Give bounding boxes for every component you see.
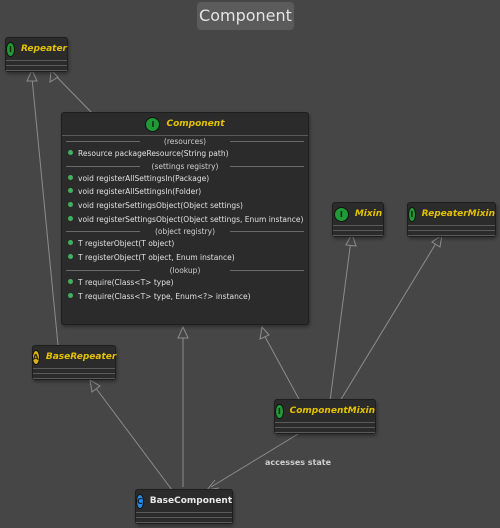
class-base-component[interactable]: C BaseComponent <box>135 489 233 524</box>
public-method-icon <box>68 188 73 194</box>
class-name: BaseRepeater <box>45 352 117 362</box>
interface-badge-icon: I <box>408 206 416 222</box>
method-row: void registerAllSettingsIn(Folder) <box>62 185 308 199</box>
class-name: RepeaterMixin <box>421 209 495 219</box>
method-row: T registerObject(T object, Enum instance… <box>62 251 308 265</box>
section-header: (settings registry) <box>62 161 308 172</box>
class-mixin[interactable]: I Mixin <box>332 202 384 237</box>
method-row: void registerSettingsObject(Object setti… <box>62 199 308 213</box>
class-component[interactable]: I Component (resources) Resource package… <box>61 112 309 325</box>
public-method-icon <box>68 240 73 246</box>
public-method-icon <box>68 215 73 221</box>
class-base-repeater[interactable]: A BaseRepeater <box>31 345 117 380</box>
public-method-icon <box>68 150 73 155</box>
abstract-badge-icon: A <box>31 349 40 365</box>
interface-badge-icon: I <box>275 403 284 419</box>
public-method-icon <box>68 174 73 180</box>
public-method-icon <box>68 202 73 208</box>
class-name: BaseComponent <box>149 496 233 506</box>
method-row: void registerAllSettingsIn(Package) <box>62 172 308 186</box>
section-header: (object registry) <box>62 226 308 237</box>
interface-badge-icon: I <box>145 116 161 132</box>
method-row: Resource packageResource(String path) <box>62 147 308 161</box>
interface-badge-icon: I <box>333 206 349 222</box>
edge-label-accesses-state: accesses state <box>265 458 332 467</box>
public-method-icon <box>68 278 73 284</box>
section-header: (lookup) <box>62 265 308 276</box>
class-repeater[interactable]: I Repeater <box>5 37 68 72</box>
class-badge-icon: C <box>135 493 144 509</box>
class-repeater-mixin[interactable]: I RepeaterMixin <box>407 202 496 237</box>
class-component-mixin[interactable]: I ComponentMixin <box>274 399 376 434</box>
class-name: Component <box>166 119 225 129</box>
public-method-icon <box>68 254 73 260</box>
interface-badge-icon: I <box>6 41 15 57</box>
section-header: (resources) <box>62 136 308 147</box>
public-method-icon <box>68 292 73 298</box>
class-name: ComponentMixin <box>289 406 375 416</box>
diagram-title: Component <box>197 2 294 30</box>
method-row: void registerSettingsObject(Object setti… <box>62 213 308 227</box>
method-row: T require(Class<T> type, Enum<?> instanc… <box>62 290 308 304</box>
method-row: T require(Class<T> type) <box>62 276 308 290</box>
class-name: Mixin <box>354 209 383 219</box>
diagram-canvas: Component I Repeater I Component (resour… <box>0 0 500 528</box>
class-name: Repeater <box>20 44 67 54</box>
method-row: T registerObject(T object) <box>62 237 308 251</box>
